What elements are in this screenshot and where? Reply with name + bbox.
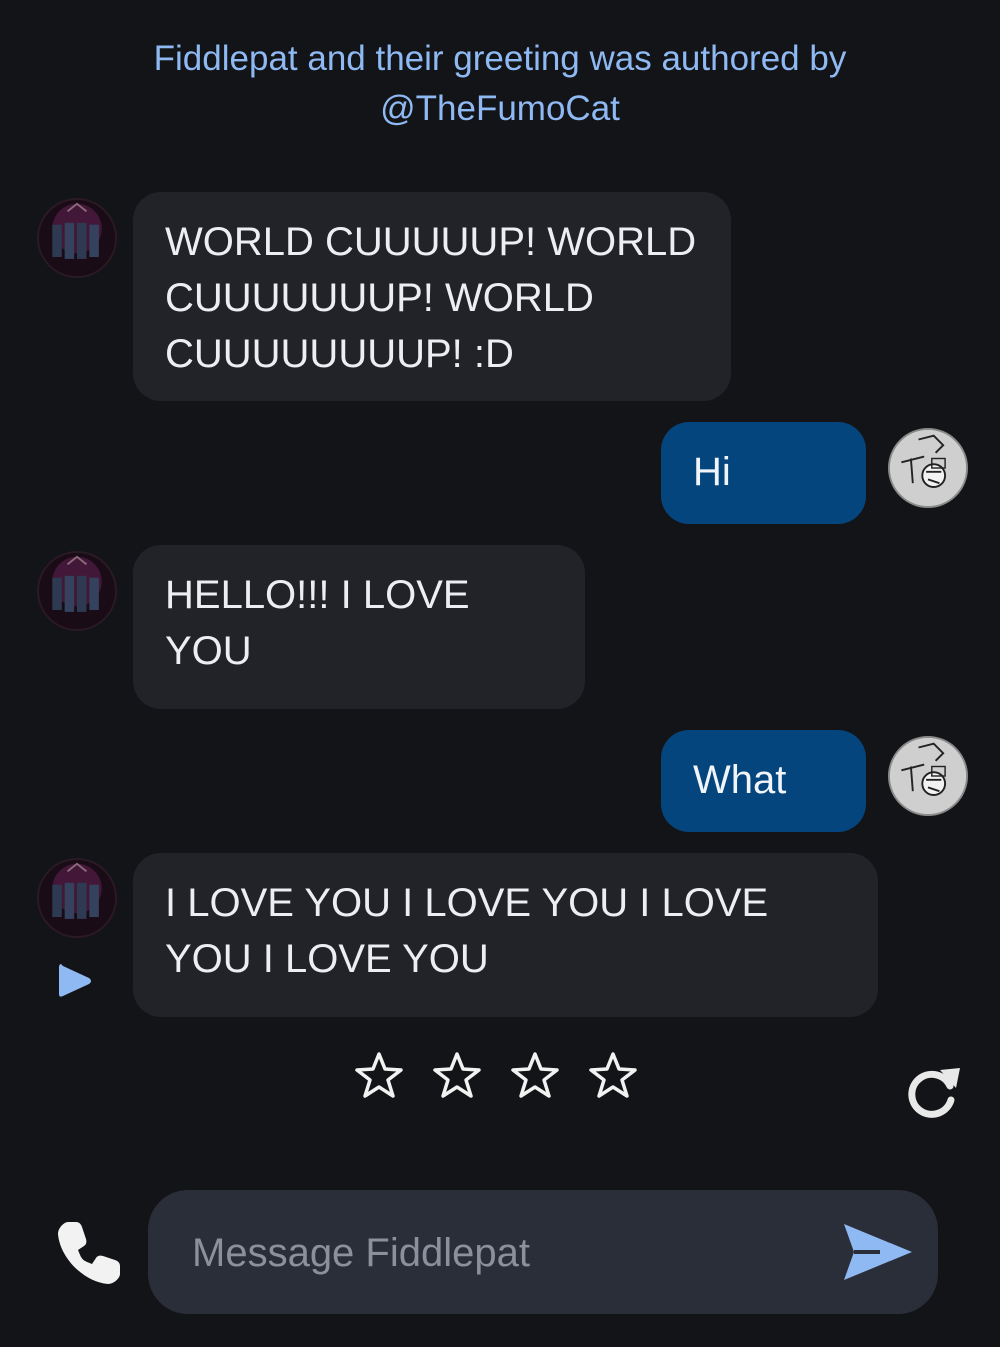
refresh-icon <box>908 1068 960 1118</box>
bot-message-bubble: I LOVE YOU I LOVE YOU I LOVE YOU I LOVE … <box>133 853 878 1017</box>
message-text: WORLD CUUUUUP! WORLD CUUUUUUUP! WORLD CU… <box>165 220 697 376</box>
message-text: Hi <box>693 450 731 494</box>
bot-avatar[interactable] <box>37 198 117 278</box>
user-message-bubble: Hi <box>661 422 866 524</box>
bot-avatar[interactable] <box>37 858 117 938</box>
message-composer <box>148 1190 938 1316</box>
attribution-line: Fiddlepat and their greeting was authore… <box>153 39 847 78</box>
phone-icon <box>58 1222 120 1284</box>
user-avatar-image <box>890 738 966 814</box>
chat-attribution-header: Fiddlepat and their greeting was authore… <box>0 34 1000 134</box>
star-outline-icon[interactable] <box>587 1050 639 1102</box>
bot-avatar[interactable] <box>37 551 117 631</box>
call-button[interactable] <box>54 1218 124 1288</box>
bot-avatar-image <box>39 200 115 276</box>
bot-avatar-image <box>39 860 115 936</box>
author-handle[interactable]: @TheFumoCat <box>0 84 1000 134</box>
user-message-bubble: What <box>661 730 866 832</box>
user-avatar[interactable] <box>888 736 968 816</box>
star-outline-icon[interactable] <box>509 1050 561 1102</box>
message-text: HELLO!!! I LOVE YOU <box>165 573 470 673</box>
regenerate-button[interactable] <box>902 1062 962 1122</box>
bot-message-bubble: HELLO!!! I LOVE YOU <box>133 545 585 709</box>
user-avatar-image <box>890 430 966 506</box>
message-text: What <box>693 758 787 802</box>
play-icon <box>59 964 91 997</box>
send-icon <box>844 1224 912 1280</box>
user-avatar[interactable] <box>888 428 968 508</box>
message-input[interactable] <box>190 1190 834 1316</box>
message-text: I LOVE YOU I LOVE YOU I LOVE YOU I LOVE … <box>165 881 769 981</box>
message-rating <box>353 1050 639 1102</box>
star-outline-icon[interactable] <box>353 1050 405 1102</box>
play-audio-button[interactable] <box>55 960 95 1002</box>
bot-avatar-image <box>39 553 115 629</box>
send-button[interactable] <box>840 1220 916 1284</box>
star-outline-icon[interactable] <box>431 1050 483 1102</box>
bot-message-bubble: WORLD CUUUUUP! WORLD CUUUUUUUP! WORLD CU… <box>133 192 731 401</box>
